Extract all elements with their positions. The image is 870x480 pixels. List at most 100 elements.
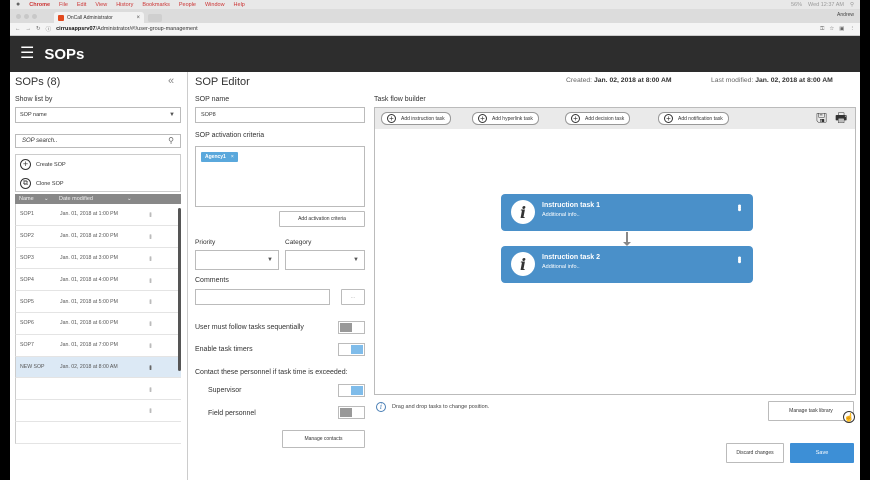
menu-edit[interactable]: Edit xyxy=(77,2,86,8)
save-button[interactable]: Save xyxy=(790,443,854,463)
row-menu-icon[interactable]: ••• xyxy=(146,321,153,325)
create-sop-button[interactable]: + Create SOP xyxy=(20,159,66,170)
menu-bookmarks[interactable]: Bookmarks xyxy=(142,2,170,8)
column-name[interactable]: Name xyxy=(19,196,34,202)
sop-name: SOP6 xyxy=(20,320,34,327)
manage-task-library-button[interactable]: Manage task library xyxy=(768,401,854,421)
browser-tab[interactable]: OnCall Administrator × xyxy=(54,12,144,23)
apple-icon[interactable]: ● xyxy=(16,0,20,9)
sop-name-input[interactable]: SOP8 xyxy=(195,107,365,123)
hamburger-menu-icon[interactable]: ☰ xyxy=(20,46,34,62)
list-item-selected[interactable]: NEW SOP Jan. 02, 2018 at 8:00 AM ••• xyxy=(15,356,181,379)
add-notification-task-button[interactable]: + Add notification task xyxy=(658,112,729,125)
menu-view[interactable]: View xyxy=(95,2,107,8)
browser-tabstrip: OnCall Administrator × Andrew xyxy=(10,9,860,23)
manage-contacts-button[interactable]: Manage contacts xyxy=(282,430,365,448)
created-meta: Created: Jan. 02, 2018 at 8:00 AM xyxy=(566,77,672,84)
menu-app-name[interactable]: Chrome xyxy=(29,2,50,8)
task-timers-toggle[interactable] xyxy=(338,343,365,356)
instruction-task-card[interactable]: i Instruction task 2 Additional info.. •… xyxy=(501,246,753,283)
list-scrollbar[interactable] xyxy=(178,208,181,371)
discard-changes-button[interactable]: Discard changes xyxy=(726,443,784,463)
print-icon[interactable]: 🖶 xyxy=(835,111,847,125)
spotlight-icon[interactable]: ⚲ xyxy=(850,2,854,8)
row-menu-icon[interactable]: ••• xyxy=(146,343,153,347)
row-menu-icon[interactable]: ••• xyxy=(146,365,153,369)
priority-select[interactable]: ▼ xyxy=(195,250,279,270)
show-list-by-select[interactable]: SOP name ▼ xyxy=(15,107,181,123)
add-decision-task-button[interactable]: + Add decision task xyxy=(565,112,631,125)
remove-chip-icon[interactable]: × xyxy=(231,154,234,160)
comments-input[interactable] xyxy=(195,289,330,305)
info-icon: i xyxy=(376,402,386,412)
extension-icon[interactable]: ▣ xyxy=(839,26,844,33)
menu-window[interactable]: Window xyxy=(205,2,225,8)
task-flow-canvas[interactable]: + Add instruction task + Add hyperlink t… xyxy=(374,107,856,395)
menu-help[interactable]: Help xyxy=(234,2,245,8)
task-subtitle: Additional info.. xyxy=(542,264,580,270)
save-disk-icon[interactable]: 🖫 xyxy=(816,111,827,125)
row-menu-icon[interactable]: ••• xyxy=(146,278,153,282)
maximize-window-icon[interactable] xyxy=(32,14,37,19)
row-menu-icon[interactable]: ••• xyxy=(146,256,153,260)
sort-caret-icon[interactable]: ⌄ xyxy=(44,196,49,202)
search-icon[interactable]: ⚲ xyxy=(168,136,174,145)
menu-file[interactable]: File xyxy=(59,2,68,8)
reload-icon[interactable]: ↻ xyxy=(36,26,41,32)
clock[interactable]: Wed 12:37 AM xyxy=(808,2,844,8)
clone-sop-button[interactable]: ⧉ Clone SOP xyxy=(20,178,64,189)
sequential-toggle[interactable] xyxy=(338,321,365,334)
list-item[interactable]: SOP4 Jan. 01, 2018 at 4:00 PM ••• xyxy=(15,269,181,292)
instruction-task-card[interactable]: i Instruction task 1 Additional info.. •… xyxy=(501,194,753,231)
task-menu-icon[interactable]: ••• xyxy=(733,204,745,210)
new-tab-button[interactable] xyxy=(148,14,162,22)
list-item[interactable]: SOP5 Jan. 01, 2018 at 5:00 PM ••• xyxy=(15,291,181,313)
sop-list-panel: SOPs (8) « Show list by SOP name ▼ SOP s… xyxy=(10,72,188,480)
task-menu-icon[interactable]: ••• xyxy=(733,256,745,262)
battery-level[interactable]: 56% xyxy=(791,2,802,8)
sop-name: SOP3 xyxy=(20,254,34,261)
sequential-label: User must follow tasks sequentially xyxy=(195,324,304,331)
list-item[interactable]: SOP3 Jan. 01, 2018 at 3:00 PM ••• xyxy=(15,247,181,270)
row-menu-icon[interactable]: ••• xyxy=(146,299,153,303)
list-item[interactable]: SOP2 Jan. 01, 2018 at 2:00 PM ••• xyxy=(15,225,181,248)
sop-list-header: Name ⌄ Date modified ⌄ xyxy=(15,194,181,204)
sort-caret-icon[interactable]: ⌄ xyxy=(127,196,132,202)
window-controls xyxy=(16,14,37,19)
info-icon: i xyxy=(511,200,535,224)
plus-circle-icon: + xyxy=(478,114,487,123)
profile-name[interactable]: Andrew xyxy=(837,12,854,18)
activation-chip[interactable]: Agency1 × xyxy=(201,152,238,162)
row-menu-icon[interactable]: ••• xyxy=(146,212,153,216)
browser-menu-icon[interactable]: ⋮ xyxy=(850,26,856,33)
column-date-modified[interactable]: Date modified xyxy=(59,196,93,202)
collapse-panel-icon[interactable]: « xyxy=(168,75,174,87)
list-item[interactable]: SOP6 Jan. 01, 2018 at 6:00 PM ••• xyxy=(15,312,181,335)
key-icon[interactable]: ⚿ xyxy=(820,26,824,33)
close-tab-icon[interactable]: × xyxy=(136,15,140,21)
menu-people[interactable]: People xyxy=(179,2,196,8)
list-item[interactable]: SOP7 Jan. 01, 2018 at 7:00 PM ••• xyxy=(15,334,181,357)
minimize-window-icon[interactable] xyxy=(24,14,29,19)
sop-search-input[interactable]: SOP search.. ⚲ xyxy=(15,134,181,148)
add-hyperlink-task-button[interactable]: + Add hyperlink task xyxy=(472,112,539,125)
chevron-down-icon: ▼ xyxy=(353,257,359,263)
comments-more-button[interactable]: ... xyxy=(341,289,365,305)
sop-actions: + Create SOP ⧉ Clone SOP xyxy=(15,154,181,192)
url-field[interactable]: cirrusappsrv07/Administrator/#!/user-gro… xyxy=(56,26,198,32)
back-icon[interactable]: ← xyxy=(15,26,21,32)
forward-icon[interactable]: → xyxy=(26,26,32,32)
bookmark-star-icon[interactable]: ☆ xyxy=(829,26,834,33)
menu-history[interactable]: History xyxy=(116,2,133,8)
close-window-icon[interactable] xyxy=(16,14,21,19)
category-select[interactable]: ▼ xyxy=(285,250,365,270)
supervisor-toggle[interactable] xyxy=(338,384,365,397)
field-personnel-toggle[interactable] xyxy=(338,406,365,419)
add-activation-criteria-button[interactable]: Add activation criteria xyxy=(279,211,365,227)
info-icon[interactable]: ⓘ xyxy=(46,25,52,33)
add-instruction-task-button[interactable]: + Add instruction task xyxy=(381,112,451,125)
sop-name: SOP2 xyxy=(20,233,34,240)
drag-drop-hint-text: Drag and drop tasks to change position. xyxy=(392,404,490,410)
row-menu-icon[interactable]: ••• xyxy=(146,234,153,238)
list-item[interactable]: SOP1 Jan. 01, 2018 at 1:00 PM ••• xyxy=(15,204,181,226)
